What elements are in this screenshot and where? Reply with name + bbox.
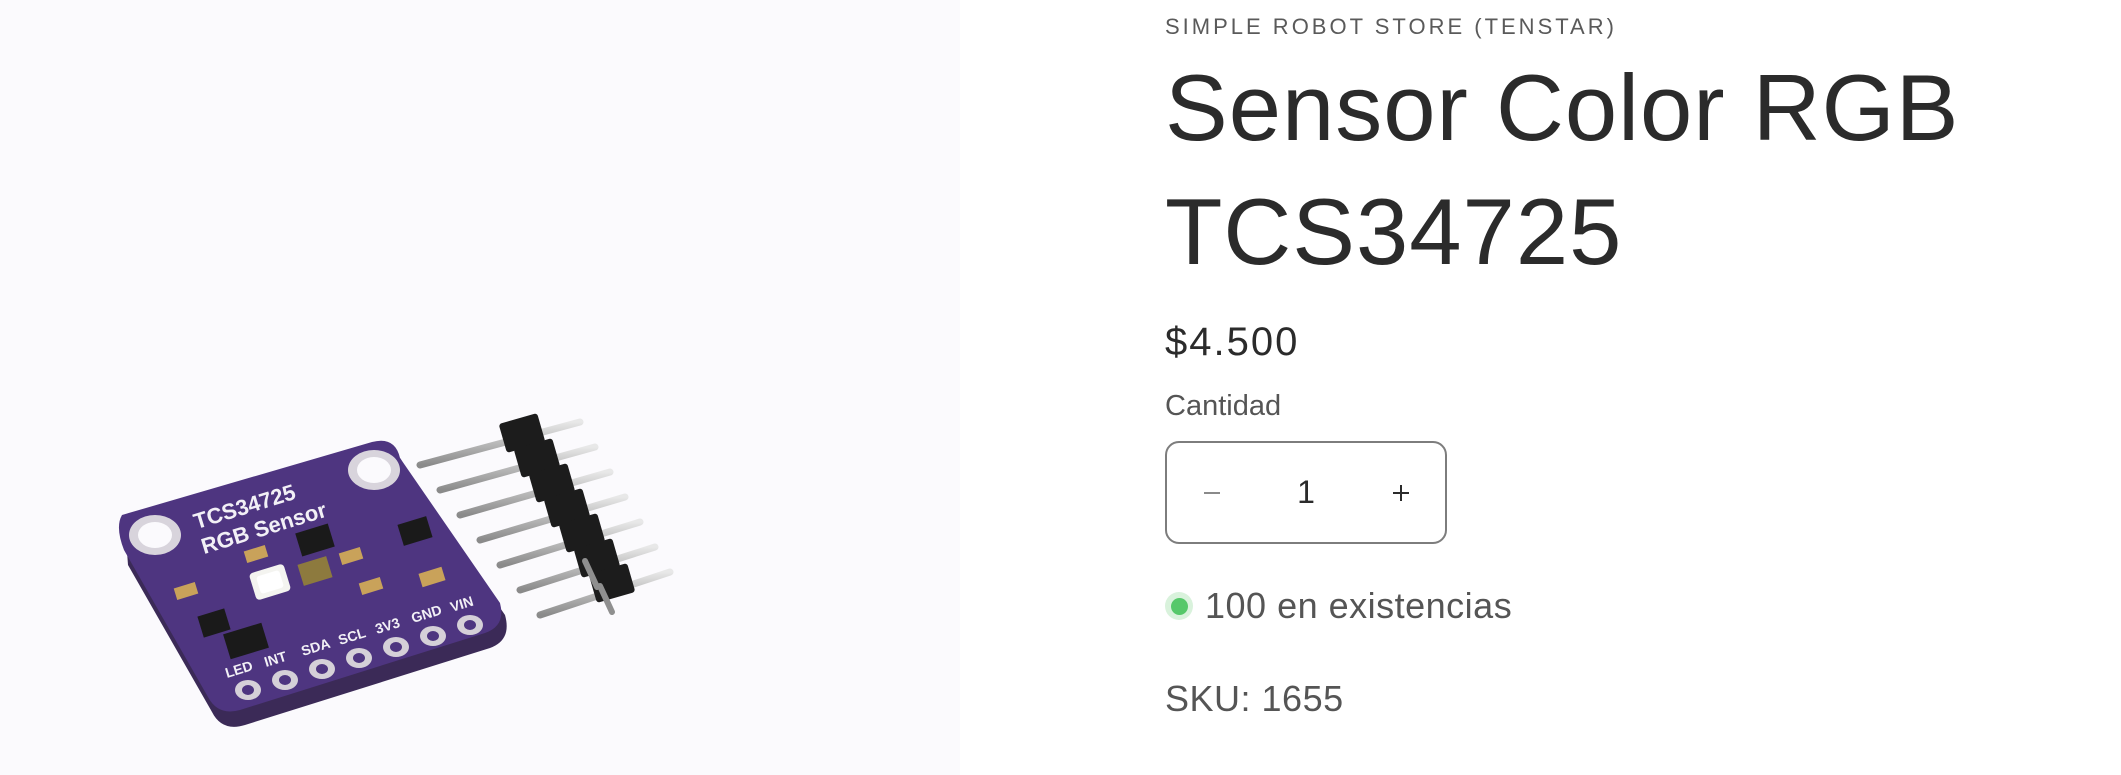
in-stock-dot-inner	[1170, 597, 1188, 615]
minus-icon	[1203, 491, 1220, 494]
stock-status: 100 en existencias	[1165, 585, 1512, 627]
in-stock-dot-icon	[1165, 592, 1193, 620]
quantity-stepper	[1165, 441, 1447, 544]
product-sku: SKU: 1655	[1165, 678, 1344, 719]
vendor-name: SIMPLE ROBOT STORE (TENSTAR)	[1165, 14, 1617, 39]
decrease-quantity-button[interactable]	[1167, 443, 1256, 542]
quantity-input[interactable]	[1256, 474, 1356, 511]
sensor-board-illustration: TCS34725 RGB Sensor LED INT SDA SCL 3V3 …	[0, 0, 960, 775]
product-image[interactable]: TCS34725 RGB Sensor LED INT SDA SCL 3V3 …	[0, 0, 960, 775]
product-page: TCS34725 RGB Sensor LED INT SDA SCL 3V3 …	[0, 0, 2121, 775]
increase-quantity-button[interactable]	[1356, 443, 1445, 542]
product-price: $4.500	[1165, 320, 1300, 364]
quantity-label: Cantidad	[1165, 390, 1282, 422]
plus-icon	[1392, 484, 1409, 501]
product-title: Sensor Color RGB TCS34725	[1165, 55, 1960, 284]
stock-text: 100 en existencias	[1205, 585, 1513, 626]
